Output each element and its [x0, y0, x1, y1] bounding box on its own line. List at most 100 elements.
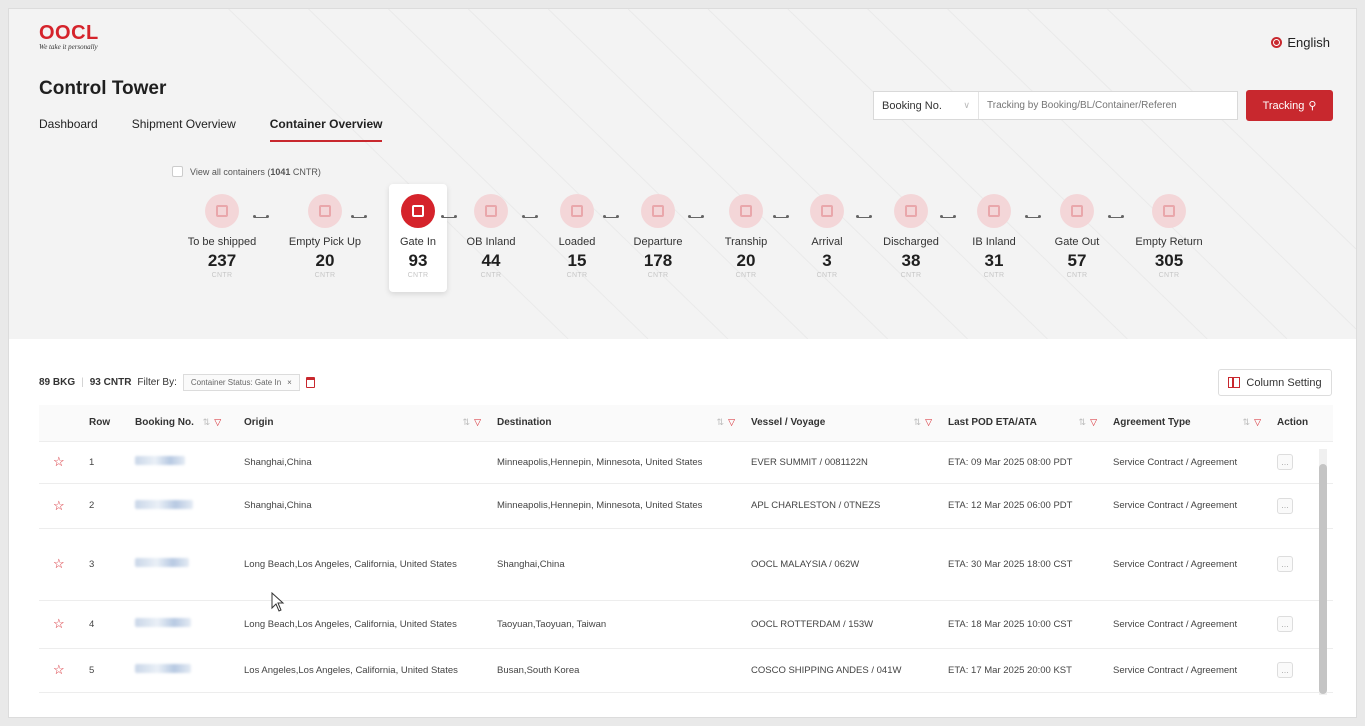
- eta-cell: ETA: 30 Mar 2025 18:00 CST: [942, 528, 1107, 601]
- more-actions-button[interactable]: …: [1277, 556, 1293, 572]
- gate-out-icon: [1060, 194, 1094, 228]
- more-actions-button[interactable]: …: [1277, 497, 1293, 514]
- table-row[interactable]: ☆ 1 Shanghai,China Minneapolis,Hennepin,…: [39, 441, 1333, 484]
- step-connector: [351, 215, 367, 218]
- step-connector: [441, 215, 457, 218]
- view-all-checkbox[interactable]: [172, 166, 183, 177]
- status-departure[interactable]: Departure 178 CNTR: [613, 194, 703, 279]
- star-icon[interactable]: ☆: [39, 483, 83, 529]
- search-icon: ⚲: [1308, 100, 1317, 112]
- status-count: 44: [481, 251, 501, 270]
- booking-number-redacted[interactable]: [129, 600, 238, 649]
- empty-container-icon: [308, 194, 342, 228]
- header-origin[interactable]: Origin ⇅ ▽: [238, 405, 491, 442]
- status-ob-inland[interactable]: OB Inland 44 CNTR: [446, 194, 536, 279]
- eta-cell: ETA: 12 Mar 2025 06:00 PDT: [942, 483, 1107, 529]
- step-connector: [1025, 215, 1041, 218]
- row-number: 5: [83, 648, 129, 693]
- star-icon[interactable]: ☆: [39, 600, 83, 649]
- status-arrival[interactable]: Arrival 3 CNTR: [782, 194, 872, 279]
- oocl-logo[interactable]: OOCL We take it personally: [39, 23, 99, 51]
- eta-cell: ETA: 17 Mar 2025 20:00 KST: [942, 648, 1107, 693]
- trash-icon[interactable]: [305, 377, 315, 388]
- more-actions-button[interactable]: …: [1277, 616, 1293, 632]
- tab-container-overview[interactable]: Container Overview: [269, 117, 383, 142]
- column-setting-label: Column Setting: [1246, 376, 1322, 389]
- status-label: Arrival: [811, 236, 843, 248]
- status-ib-inland[interactable]: IB Inland 31 CNTR: [949, 194, 1039, 279]
- more-actions-button[interactable]: …: [1277, 662, 1293, 678]
- booking-number-redacted[interactable]: [129, 528, 238, 601]
- star-icon[interactable]: ☆: [39, 648, 83, 693]
- filter-icon: ▽: [214, 417, 222, 428]
- scrollbar-thumb[interactable]: [1319, 464, 1327, 694]
- close-icon[interactable]: ×: [287, 378, 292, 387]
- vessel-cell: OOCL MALAYSIA / 062W: [745, 528, 942, 601]
- star-icon[interactable]: ☆: [39, 528, 83, 601]
- status-discharged[interactable]: Discharged 38 CNTR: [866, 194, 956, 279]
- search-type-select[interactable]: Booking No. ∨: [874, 92, 979, 119]
- tracking-button-label: Tracking: [1262, 99, 1305, 112]
- status-to-be-shipped[interactable]: To be shipped 237 CNTR: [177, 194, 267, 279]
- container-count: 93 CNTR: [89, 377, 132, 388]
- warehouse-icon: [205, 194, 239, 228]
- status-unit: CNTR: [900, 272, 922, 279]
- header-favorite: [39, 405, 83, 442]
- step-connector: [940, 215, 956, 218]
- row-number: 4: [83, 600, 129, 649]
- logo-mark: OOCL: [39, 22, 99, 44]
- star-icon[interactable]: ☆: [39, 441, 83, 484]
- booking-number-redacted[interactable]: [129, 648, 238, 693]
- header-action: Action: [1271, 405, 1333, 442]
- row-number: 2: [83, 483, 129, 529]
- table-row[interactable]: ☆ 5 Los Angeles,Los Angeles, California,…: [39, 648, 1333, 693]
- filter-bar: 89 BKG | 93 CNTR Filter By: Container St…: [39, 374, 315, 391]
- table-row[interactable]: ☆ 4 Long Beach,Los Angeles, California, …: [39, 600, 1333, 649]
- status-empty-return[interactable]: Empty Return 305 CNTR: [1124, 194, 1214, 279]
- row-number: 3: [83, 528, 129, 601]
- header-booking-no[interactable]: Booking No. ⇅ ▽: [129, 405, 238, 442]
- header-agreement-type[interactable]: Agreement Type ⇅ ▽: [1107, 405, 1271, 442]
- search-input[interactable]: [979, 100, 1237, 111]
- view-all-containers[interactable]: View all containers (1041 CNTR): [172, 166, 321, 177]
- header-destination[interactable]: Destination ⇅ ▽: [491, 405, 745, 442]
- table-scrollbar[interactable]: [1319, 449, 1327, 695]
- filter-icon: ▽: [925, 417, 932, 428]
- tab-shipment-overview[interactable]: Shipment Overview: [132, 117, 236, 142]
- status-loaded[interactable]: Loaded 15 CNTR: [532, 194, 622, 279]
- booking-number-redacted[interactable]: [129, 483, 238, 529]
- step-connector: [1108, 215, 1124, 218]
- status-empty-pick-up[interactable]: Empty Pick Up 20 CNTR: [280, 194, 370, 279]
- more-actions-button[interactable]: …: [1277, 454, 1293, 470]
- table-row[interactable]: ☆ 3 Long Beach,Los Angeles, California, …: [39, 528, 1333, 601]
- header-last-pod-eta[interactable]: Last POD ETA/ATA ⇅ ▽: [942, 405, 1107, 442]
- ship-departure-icon: [641, 194, 675, 228]
- status-unit: CNTR: [211, 272, 233, 279]
- filter-by-label: Filter By:: [137, 377, 177, 388]
- header-row: Row: [83, 405, 129, 442]
- booking-number-redacted[interactable]: [129, 441, 238, 484]
- tracking-button[interactable]: Tracking ⚲: [1246, 90, 1333, 121]
- status-label: To be shipped: [187, 236, 257, 248]
- column-setting-button[interactable]: Column Setting: [1218, 369, 1332, 396]
- destination-cell: Taoyuan,Taoyuan, Taiwan: [491, 600, 745, 649]
- status-count: 57: [1067, 251, 1087, 270]
- status-label: Gate Out: [1054, 236, 1100, 248]
- mouse-cursor-icon: [271, 592, 285, 612]
- origin-cell: Long Beach,Los Angeles, California, Unit…: [238, 528, 491, 601]
- search-type-value: Booking No.: [882, 99, 942, 112]
- header-vessel-voyage[interactable]: Vessel / Voyage ⇅ ▽: [745, 405, 942, 442]
- language-selector[interactable]: English: [1271, 35, 1330, 50]
- header-panel: OOCL We take it personally English Contr…: [9, 9, 1356, 339]
- status-tranship[interactable]: Tranship 20 CNTR: [701, 194, 791, 279]
- status-unit: CNTR: [647, 272, 669, 279]
- tab-dashboard[interactable]: Dashboard: [39, 117, 98, 142]
- step-connector: [253, 215, 269, 218]
- filter-chip[interactable]: Container Status: Gate In ×: [182, 374, 300, 391]
- step-connector: [603, 215, 619, 218]
- agreement-cell: Service Contract / Agreement: [1107, 648, 1271, 693]
- table-row[interactable]: ☆ 2 Shanghai,China Minneapolis,Hennepin,…: [39, 483, 1333, 529]
- status-gate-out[interactable]: Gate Out 57 CNTR: [1032, 194, 1122, 279]
- agreement-cell: Service Contract / Agreement: [1107, 483, 1271, 529]
- columns-icon: [1228, 377, 1241, 388]
